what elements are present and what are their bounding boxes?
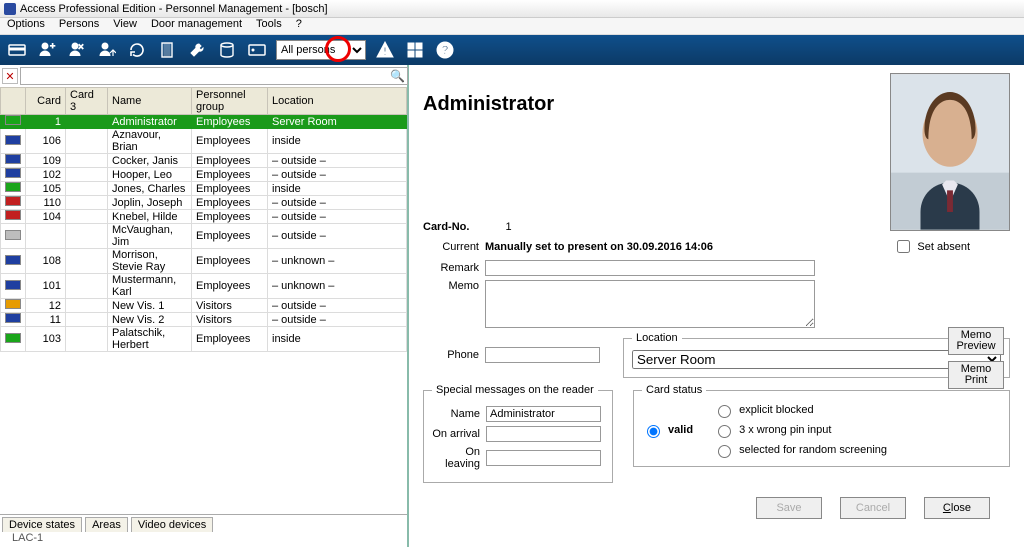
right-panel: Administrator Card-No. 1 Current Manuall… (409, 65, 1024, 547)
col-header[interactable] (1, 88, 26, 115)
search-input[interactable] (20, 67, 408, 85)
table-row[interactable]: 105Jones, CharlesEmployeesinside (1, 182, 407, 196)
special-name-input[interactable] (486, 406, 601, 422)
app-icon (4, 3, 16, 15)
swap-person-icon[interactable] (96, 39, 118, 61)
window-title: Access Professional Edition - Personnel … (20, 3, 328, 15)
menu-view[interactable]: View (106, 18, 144, 34)
close-btn-rest: lose (951, 502, 971, 514)
table-row[interactable]: McVaughan, JimEmployees– outside – (1, 224, 407, 249)
card-icon[interactable] (6, 39, 28, 61)
wrong-pin-radio[interactable]: 3 x wrong pin input (713, 422, 887, 438)
clear-search-button[interactable]: ✕ (2, 68, 18, 84)
on-leaving-input[interactable] (486, 450, 601, 466)
location-legend: Location (632, 332, 682, 344)
grid-icon[interactable] (404, 39, 426, 61)
cardno-label: Card-No. (423, 221, 469, 233)
tab-video-devices[interactable]: Video devices (131, 517, 213, 532)
current-label: Current (423, 241, 479, 253)
table-row[interactable]: 109Cocker, JanisEmployees– outside – (1, 154, 407, 168)
valid-radio[interactable]: valid (642, 422, 693, 438)
remark-label: Remark (423, 262, 479, 274)
col-header[interactable]: Name (108, 88, 192, 115)
cancel-button[interactable]: Cancel (840, 497, 906, 519)
table-row[interactable]: 103Palatschik, HerbertEmployeesinside (1, 327, 407, 352)
title-bar: Access Professional Edition - Personnel … (0, 0, 1024, 18)
close-button[interactable]: Close (924, 497, 990, 519)
wrench-icon[interactable] (186, 39, 208, 61)
menu-help[interactable]: ? (289, 18, 309, 34)
alert-icon[interactable] (374, 39, 396, 61)
person-photo (890, 73, 1010, 231)
memo-print-button[interactable]: Memo Print (948, 361, 1004, 389)
photo-placeholder-icon (891, 74, 1009, 230)
save-button[interactable]: Save (756, 497, 822, 519)
remark-input[interactable] (485, 260, 815, 276)
menu-doormanagement[interactable]: Door management (144, 18, 249, 34)
person-grid[interactable]: CardCard 3NamePersonnel groupLocation 1A… (0, 87, 407, 514)
left-panel: ✕ 🔍 CardCard 3NamePersonnel groupLocatio… (0, 65, 409, 547)
on-leaving-label: On leaving (432, 446, 480, 470)
col-header[interactable]: Card (26, 88, 66, 115)
memo-input[interactable] (485, 280, 815, 328)
memo-label: Memo (423, 280, 479, 292)
card-status-legend: Card status (642, 384, 706, 396)
table-row[interactable]: 102Hooper, LeoEmployees– outside – (1, 168, 407, 182)
table-row[interactable]: 104Knebel, HildeEmployees– outside – (1, 210, 407, 224)
on-arrival-input[interactable] (486, 426, 601, 442)
database-icon[interactable] (216, 39, 238, 61)
remove-person-icon[interactable]: × (66, 39, 88, 61)
cardno-value: 1 (505, 221, 511, 233)
lac-label: LAC-1 (2, 532, 405, 544)
special-messages-legend: Special messages on the reader (432, 384, 598, 396)
menu-tools[interactable]: Tools (249, 18, 289, 34)
table-row[interactable]: 106Aznavour, BrianEmployeesinside (1, 129, 407, 154)
table-row[interactable]: 101Mustermann, KarlEmployees– unknown – (1, 274, 407, 299)
memo-preview-button[interactable]: Memo Preview (948, 327, 1004, 355)
door-icon[interactable] (156, 39, 178, 61)
toolbar: + × All persons ? (0, 35, 1024, 65)
tab-device-states[interactable]: Device states (2, 517, 82, 532)
current-value: Manually set to present on 30.09.2016 14… (485, 241, 713, 253)
table-row[interactable]: 110Joplin, JosephEmployees– outside – (1, 196, 407, 210)
set-absent-checkbox[interactable]: Set absent (893, 237, 970, 256)
svg-text:?: ? (441, 43, 448, 57)
menu-bar: Options Persons View Door management Too… (0, 18, 1024, 35)
col-header[interactable]: Personnel group (192, 88, 268, 115)
person-title: Administrator (423, 93, 554, 116)
help-icon[interactable]: ? (434, 39, 456, 61)
table-row[interactable]: 12New Vis. 1Visitors– outside – (1, 299, 407, 313)
col-header[interactable]: Card 3 (66, 88, 108, 115)
refresh-icon[interactable] (126, 39, 148, 61)
phone-label: Phone (423, 349, 479, 361)
svg-text:×: × (78, 42, 84, 53)
person-filter-select[interactable]: All persons (276, 40, 366, 60)
on-arrival-label: On arrival (432, 428, 480, 440)
phone-input[interactable] (485, 347, 600, 363)
search-icon[interactable]: 🔍 (390, 69, 405, 83)
table-row[interactable]: 108Morrison, Stevie RayEmployees– unknow… (1, 249, 407, 274)
explicit-blocked-radio[interactable]: explicit blocked (713, 402, 887, 418)
location-select[interactable]: Server Room (632, 350, 1001, 369)
tab-areas[interactable]: Areas (85, 517, 128, 532)
random-screening-radio[interactable]: selected for random screening (713, 442, 887, 458)
bottom-tabs: Device states Areas Video devices LAC-1 (0, 514, 407, 547)
card2-icon[interactable] (246, 39, 268, 61)
col-header[interactable]: Location (268, 88, 407, 115)
special-name-label: Name (432, 408, 480, 420)
table-row[interactable]: 1AdministratorEmployeesServer Room (1, 115, 407, 129)
table-row[interactable]: 11New Vis. 2Visitors– outside – (1, 313, 407, 327)
menu-persons[interactable]: Persons (52, 18, 106, 34)
menu-options[interactable]: Options (0, 18, 52, 34)
add-person-icon[interactable]: + (36, 39, 58, 61)
svg-text:+: + (50, 41, 55, 51)
